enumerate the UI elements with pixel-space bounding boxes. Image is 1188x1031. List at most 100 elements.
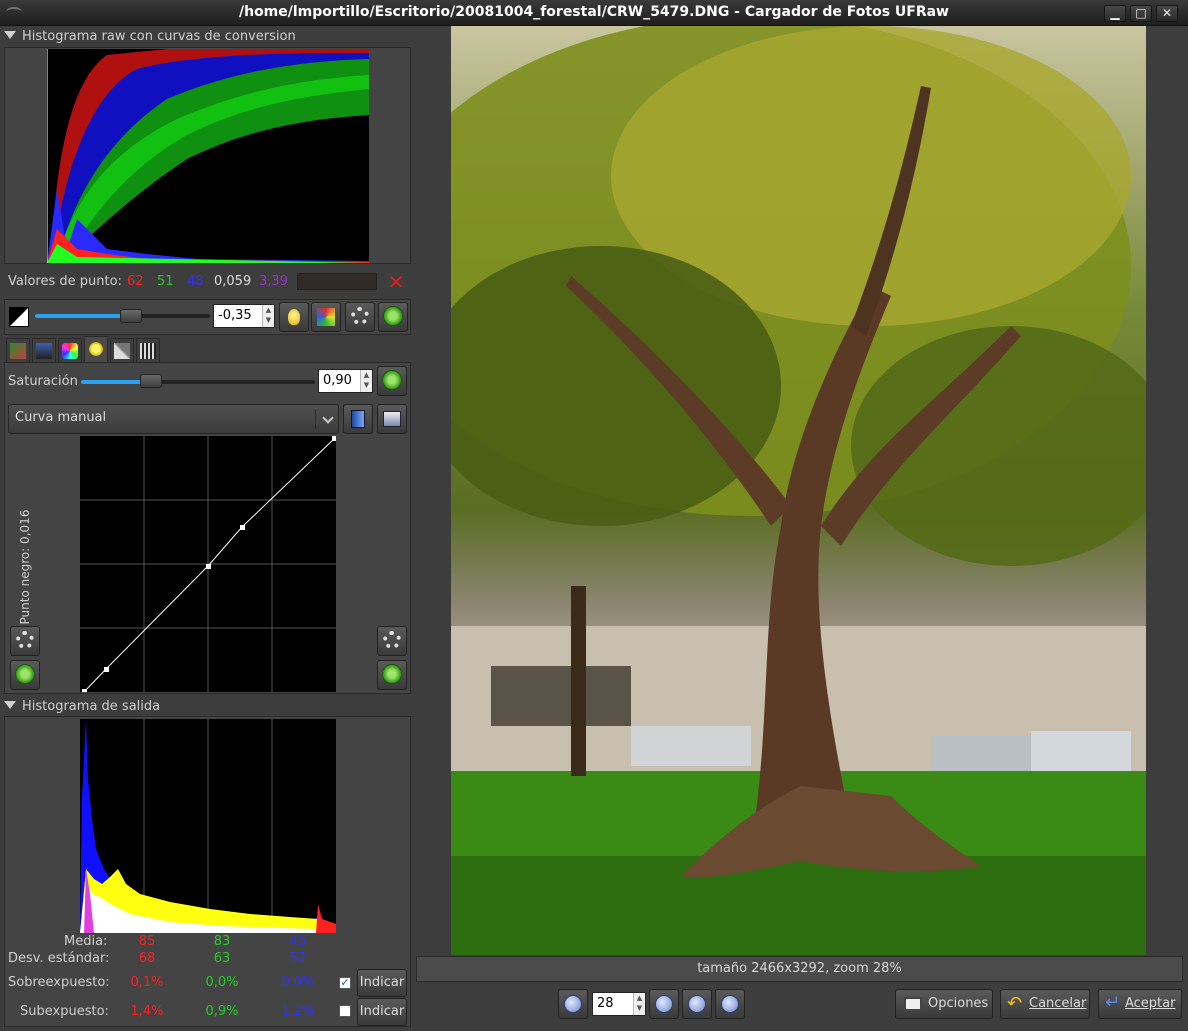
image-icon: [36, 343, 52, 359]
opciones-button[interactable]: Opciones: [895, 989, 993, 1019]
overexposed-indicator-checkbox[interactable]: ✓: [339, 977, 351, 989]
lightbulb-icon: [288, 309, 300, 325]
close-window-button[interactable]: ✕: [1156, 5, 1178, 22]
tree-photo: [451, 26, 1146, 955]
point-value-red: 62: [127, 274, 144, 289]
curve-options-button[interactable]: [377, 626, 407, 656]
refresh-icon: [382, 370, 402, 390]
desv-red: 68: [138, 951, 156, 966]
sun-icon: [88, 341, 104, 357]
point-value-green: 51: [157, 274, 174, 289]
zoom-fit-icon: [688, 995, 706, 1013]
output-histogram-canvas: [80, 719, 336, 933]
desv-label: Desv. estándar:: [8, 951, 110, 966]
curve-editor-canvas[interactable]: [80, 436, 336, 692]
options-icon: [904, 997, 922, 1011]
spin-arrows-icon[interactable]: ▲ ▼: [360, 370, 372, 392]
zoom-100-button[interactable]: [715, 989, 745, 1019]
black-point-options-button[interactable]: [10, 626, 40, 656]
output-histogram-header[interactable]: Histograma de salida: [4, 699, 160, 714]
refresh-icon: [383, 306, 403, 326]
maximize-button[interactable]: □: [1130, 5, 1152, 22]
zoom-100-icon: [721, 995, 739, 1013]
sub-blue: 1,2%: [281, 1004, 315, 1019]
cancelar-button[interactable]: ↶ Cancelar: [1000, 989, 1090, 1019]
point-value-ev: 3,39: [259, 274, 288, 289]
tab-color-management[interactable]: [58, 338, 82, 362]
sobre-red: 0,1%: [130, 975, 164, 990]
aceptar-button[interactable]: ↵ Aceptar: [1098, 989, 1182, 1019]
minimize-button[interactable]: ▁: [1104, 5, 1126, 22]
saturation-label: Saturación: [8, 374, 78, 389]
raw-histogram-header[interactable]: Histograma raw con curvas de conversion: [4, 29, 296, 44]
gear-icon: [351, 307, 369, 325]
media-label: Media:: [64, 934, 108, 949]
restore-details-button[interactable]: [311, 302, 341, 332]
reset-black-point-button[interactable]: [10, 660, 40, 690]
subexpuesto-label: Subexpuesto:: [20, 1004, 109, 1019]
clear-point-icon[interactable]: ✕: [385, 271, 407, 293]
zoom-spinbox[interactable]: 28 ▲ ▼: [592, 992, 646, 1016]
book-icon: [351, 410, 365, 428]
spin-arrows-icon[interactable]: ▲ ▼: [633, 993, 645, 1015]
lens-icon: [114, 343, 130, 359]
saturation-spinbox[interactable]: 0,90 ▲ ▼: [318, 369, 373, 393]
sub-red: 1,4%: [130, 1004, 164, 1019]
desv-green: 63: [213, 951, 231, 966]
sobre-green: 0,0%: [205, 975, 239, 990]
refresh-icon: [382, 664, 402, 684]
point-value-blue: 48: [187, 274, 204, 289]
reset-curve-button[interactable]: [377, 660, 407, 690]
zoom-out-icon: [564, 995, 582, 1013]
indicar-underexposed-button[interactable]: Indicar: [357, 998, 407, 1026]
tab-corrections[interactable]: [84, 336, 108, 363]
color-triangle-icon: [62, 343, 78, 359]
exposure-options-button[interactable]: [345, 302, 375, 332]
black-point-label: Punto negro: 0,016: [18, 509, 32, 625]
load-curve-button[interactable]: [343, 404, 373, 434]
barcode-icon: [140, 343, 156, 359]
collapse-triangle-icon: [4, 31, 16, 39]
tab-white-balance[interactable]: [6, 338, 30, 362]
sobre-blue: 0,0%: [281, 975, 315, 990]
exposure-slider-thumb[interactable]: [120, 309, 142, 323]
spin-arrows-icon[interactable]: ▲ ▼: [262, 305, 274, 327]
sub-green: 0,9%: [205, 1004, 239, 1019]
tab-exif[interactable]: [136, 338, 160, 362]
gear-icon: [16, 631, 34, 649]
tab-lens[interactable]: [110, 338, 134, 362]
save-curve-icon: [383, 411, 401, 427]
reset-saturation-button[interactable]: [377, 366, 407, 396]
underexposed-indicator-checkbox[interactable]: [339, 1005, 351, 1017]
window-title: /home/lmportillo/Escritorio/20081004_for…: [238, 4, 949, 20]
gear-icon: [383, 631, 401, 649]
exposure-slider-fill: [35, 314, 131, 318]
sobreexpuesto-label: Sobreexpuesto:: [8, 975, 110, 990]
image-preview[interactable]: [451, 26, 1146, 955]
point-value-luminance: 0,059: [214, 274, 252, 289]
save-curve-button[interactable]: [377, 404, 407, 434]
media-red: 85: [138, 934, 156, 949]
undo-icon: ↶: [1007, 993, 1023, 1014]
zoom-in-button[interactable]: [649, 989, 679, 1019]
point-color-swatch: [297, 273, 377, 290]
zoom-fit-button[interactable]: [682, 989, 712, 1019]
enter-icon: ↵: [1105, 992, 1121, 1013]
reset-exposure-button[interactable]: [378, 302, 408, 332]
window-titlebar: /home/lmportillo/Escritorio/20081004_for…: [0, 0, 1188, 26]
zoom-in-icon: [655, 995, 673, 1013]
tab-grayscale[interactable]: [32, 338, 56, 362]
raw-histogram-canvas: [47, 49, 369, 263]
color-grid-icon: [317, 308, 335, 326]
indicar-overexposed-button[interactable]: Indicar: [357, 969, 407, 997]
refresh-icon: [15, 664, 35, 684]
desv-blue: 52: [289, 951, 307, 966]
zoom-out-button[interactable]: [558, 989, 588, 1019]
exposure-spinbox[interactable]: -0,35 ▲ ▼: [213, 304, 275, 328]
collapse-triangle-icon: [4, 701, 16, 709]
saturation-slider-thumb[interactable]: [140, 374, 162, 388]
auto-exposure-button[interactable]: [279, 302, 309, 332]
exposure-icon: [9, 307, 29, 327]
tree-icon: [10, 343, 26, 359]
curve-select[interactable]: Curva manual: [8, 404, 339, 434]
